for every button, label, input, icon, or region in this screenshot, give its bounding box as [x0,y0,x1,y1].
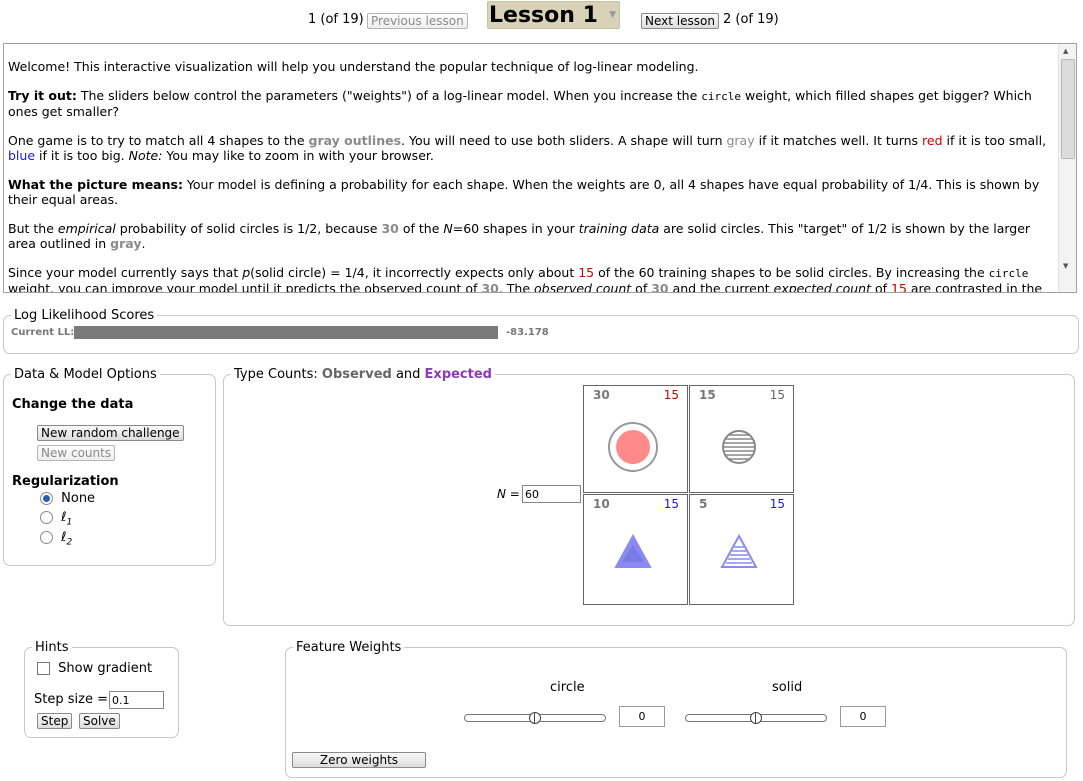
intro-paragraph-3: One game is to try to match all 4 shapes… [8,133,1047,163]
show-gradient-checkbox[interactable] [37,662,50,675]
intro-paragraph-5: But the empirical probability of solid c… [8,221,1031,251]
reg-none-label: None [61,491,96,506]
reg-none-option[interactable]: None [40,491,95,506]
show-gradient-option[interactable]: Show gradient [37,661,152,676]
lesson-select[interactable]: Lesson 1 ▼ [487,1,620,29]
intro-text-panel[interactable]: Welcome! This interactive visualization … [3,43,1077,293]
current-ll-value: -83.178 [506,327,549,338]
chevron-down-icon: ▼ [609,10,616,20]
solid-weight-slider-handle[interactable] [750,712,762,724]
previous-lesson-button[interactable]: Previous lesson [367,13,468,29]
log-likelihood-legend: Log Likelihood Scores [14,308,155,323]
next-lesson-count: 2 (of 19) [723,12,779,27]
scroll-up-icon[interactable]: ▲ [1063,47,1068,55]
cell-striped-triangle: 5 15 [689,494,794,605]
intro-scrollbar[interactable]: ▲ ▼ [1058,44,1076,292]
hints-legend: Hints [35,640,69,655]
circle-weight-label: circle [550,680,585,695]
current-ll-label: Current LL: [11,327,75,338]
striped-triangle-icon [720,533,758,568]
solid-weight-label: solid [772,680,803,695]
zero-weights-button[interactable]: Zero weights [292,752,426,768]
reg-l2-label: ℓ2 [61,530,73,548]
cell-striped-circle: 15 15 [689,385,794,493]
lesson-title: Lesson 1 [489,3,598,28]
scroll-down-icon[interactable]: ▼ [1063,262,1068,270]
step-button[interactable]: Step [37,713,73,729]
reg-l1-label: ℓ1 [61,510,73,528]
type-counts-legend: Type Counts: Observed and Expected [234,367,492,382]
circle-weight-slider-handle[interactable] [529,712,541,724]
intro-paragraph-1: Welcome! This interactive visualization … [8,59,699,74]
cell-solid-circle: 30 15 [583,385,688,493]
ll-bar [74,326,498,339]
striped-circle-icon [722,430,756,464]
n-input[interactable] [522,485,581,503]
intro-paragraph-6: Since your model currently says that p(s… [8,265,1043,293]
solve-button[interactable]: Solve [79,713,120,729]
reg-l1-option[interactable]: ℓ1 [40,510,72,528]
reg-l1-radio[interactable] [40,511,53,524]
n-label: N = [497,487,520,501]
show-gradient-label: Show gradient [58,661,153,676]
new-random-challenge-button[interactable]: New random challenge [37,425,184,441]
cell-solid-triangle: 10 15 [583,494,688,605]
solid-triangle-icon [614,533,652,568]
step-size-input[interactable] [109,691,164,709]
next-lesson-button[interactable]: Next lesson [641,13,719,29]
regularization-heading: Regularization [12,474,119,489]
options-legend: Data & Model Options [14,367,157,382]
new-counts-button[interactable]: New counts [37,445,116,461]
intro-paragraph-4: What the picture means: Your model is de… [8,177,1040,207]
solid-weight-value[interactable]: 0 [840,706,886,727]
intro-paragraph-2: Try it out: The sliders below control th… [8,88,1032,119]
prev-lesson-count: 1 (of 19) [308,12,364,27]
solid-circle-icon [608,422,658,472]
reg-l2-radio[interactable] [40,531,53,544]
step-size-label: Step size = [34,692,108,707]
reg-none-radio[interactable] [40,492,53,505]
reg-l2-option[interactable]: ℓ2 [40,530,72,548]
feature-weights-legend: Feature Weights [296,640,402,655]
scroll-thumb[interactable] [1061,59,1075,159]
circle-weight-value[interactable]: 0 [619,706,665,727]
change-data-heading: Change the data [12,397,134,412]
